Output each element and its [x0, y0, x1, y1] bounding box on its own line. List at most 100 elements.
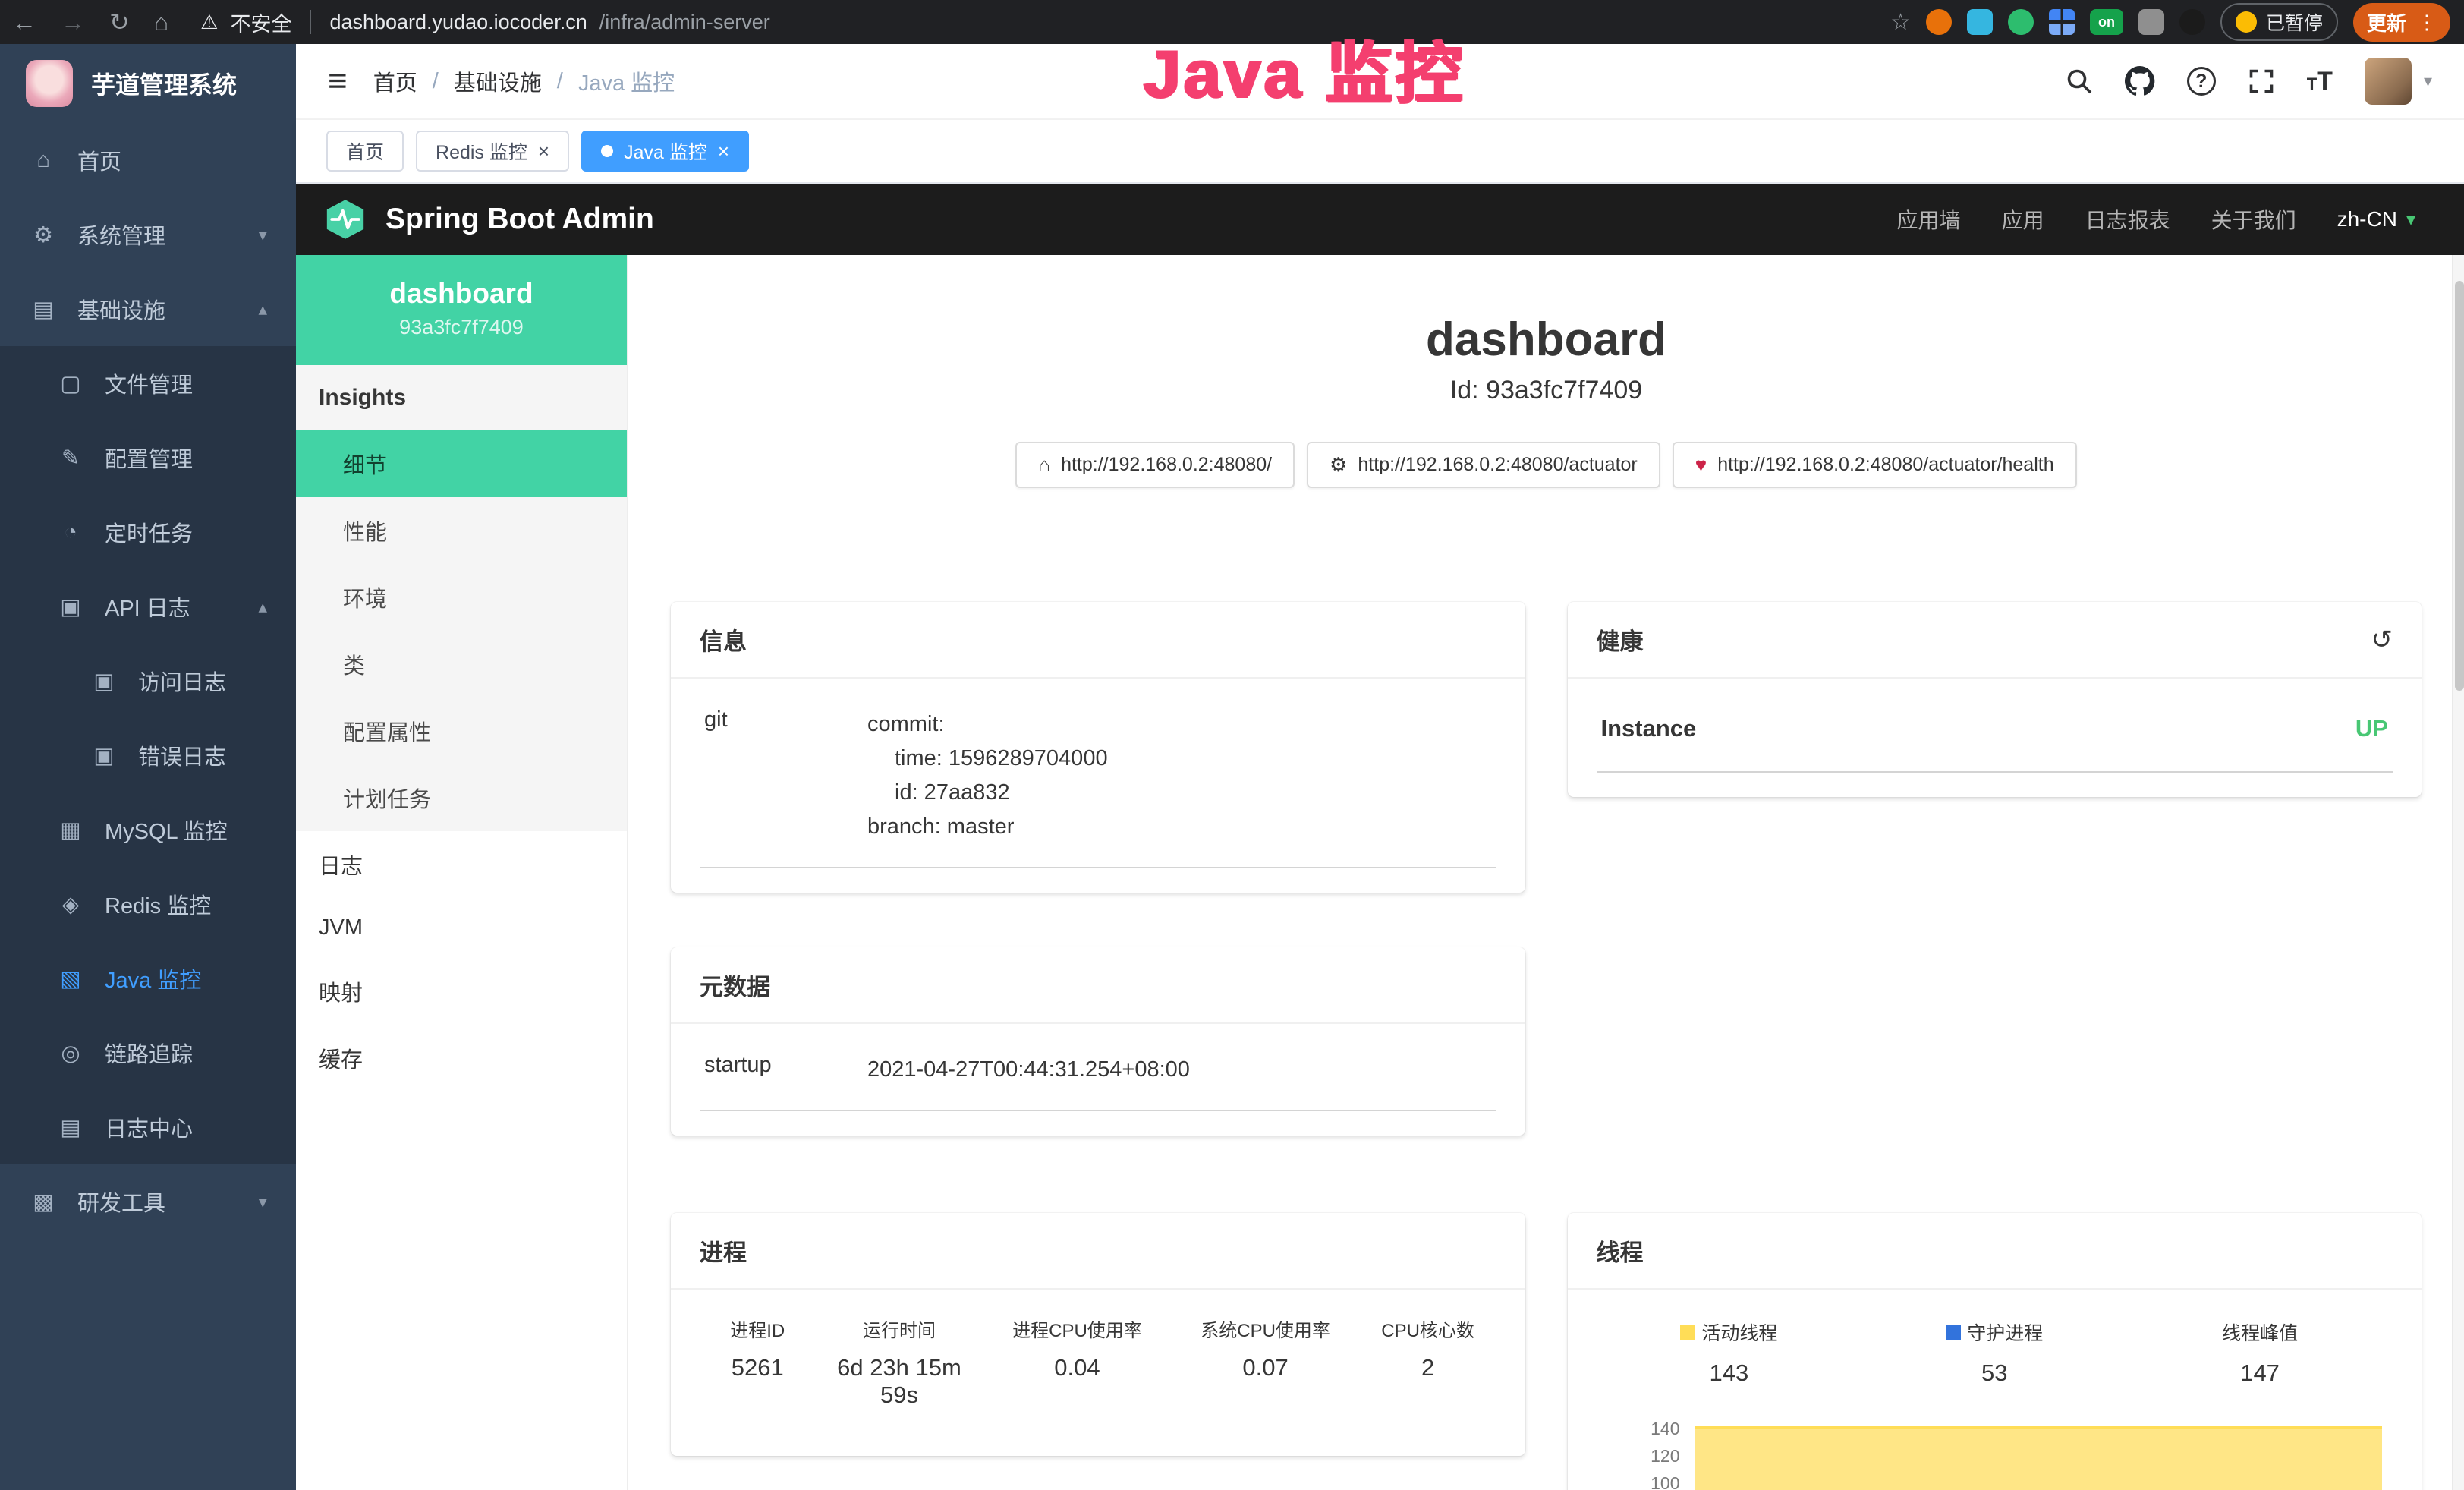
extension-icon-6[interactable] — [2179, 9, 2205, 35]
sidebar-item-trace[interactable]: ◎ 链路追踪 — [0, 1016, 296, 1090]
sba-nav-about[interactable]: 关于我们 — [2211, 204, 2296, 235]
chevron-down-icon: ▾ — [258, 1192, 267, 1212]
url-path: /infra/admin-server — [599, 11, 770, 34]
collapse-menu-icon[interactable]: ≡ — [328, 62, 348, 100]
locale-selector[interactable]: zh-CN ▾ — [2337, 207, 2415, 232]
sidebar-item-infrastructure[interactable]: ▤ 基础设施 ▴ — [0, 272, 296, 346]
paused-badge[interactable]: 已暂停 — [2220, 3, 2338, 41]
sba-main: dashboard Id: 93a3fc7f7409 ⌂ http://192.… — [628, 255, 2464, 1490]
sba-body: dashboard 93a3fc7f7409 Insights 细节 性能 环境… — [296, 255, 2464, 1490]
sba-item-config-props[interactable]: 配置属性 — [296, 698, 627, 764]
main-column: ≡ 首页 / 基础设施 / Java 监控 ? — [296, 44, 2464, 1490]
trace-icon: ◎ — [56, 1040, 85, 1066]
reload-button[interactable]: ↻ — [109, 8, 130, 36]
threads-chart-area-series — [1695, 1426, 2383, 1490]
bookmark-star-icon[interactable]: ☆ — [1890, 9, 1911, 36]
close-icon[interactable]: × — [718, 141, 729, 161]
cards-row-2: 进程 进程ID 5261 运行时间 — [671, 1213, 2422, 1490]
sba-item-scheduled-tasks[interactable]: 计划任务 — [296, 764, 627, 831]
sba-sidebar: dashboard 93a3fc7f7409 Insights 细节 性能 环境… — [296, 255, 628, 1490]
user-avatar[interactable] — [2365, 58, 2412, 105]
sidebar-item-error-log[interactable]: ▣ 错误日志 — [0, 718, 296, 792]
threads-card-title: 线程 — [1568, 1213, 2422, 1290]
search-icon[interactable] — [2066, 68, 2093, 95]
sba-item-mappings[interactable]: 映射 — [296, 958, 627, 1025]
extension-icon-1[interactable] — [1926, 9, 1952, 35]
history-icon[interactable]: ↺ — [2371, 625, 2393, 655]
paused-label: 已暂停 — [2266, 8, 2323, 36]
extension-icon-2[interactable] — [1967, 9, 1993, 35]
back-button[interactable]: ← — [12, 8, 36, 36]
sidebar-item-log-center[interactable]: ▤ 日志中心 — [0, 1090, 296, 1164]
sidebar-item-home[interactable]: ⌂ 首页 — [0, 123, 296, 197]
sba-item-details[interactable]: 细节 — [296, 430, 627, 497]
scrollbar-thumb[interactable] — [2455, 281, 2464, 691]
sidebar-item-access-log[interactable]: ▣ 访问日志 — [0, 644, 296, 718]
link-service-url[interactable]: ⌂ http://192.168.0.2:48080/ — [1015, 442, 1295, 488]
header-actions: ? TT ▾ — [2066, 58, 2432, 105]
link-actuator-url[interactable]: ⚙ http://192.168.0.2:48080/actuator — [1307, 442, 1660, 488]
info-git-label: git — [704, 707, 867, 844]
github-icon[interactable] — [2125, 66, 2155, 96]
java-icon: ▧ — [56, 966, 85, 992]
tab-redis-monitor[interactable]: Redis 监控 × — [416, 131, 569, 172]
sba-item-jvm[interactable]: JVM — [296, 898, 627, 958]
close-icon[interactable]: × — [538, 141, 549, 161]
sba-nav-applications[interactable]: 应用 — [2002, 204, 2044, 235]
cards-col-left-2: 进程 进程ID 5261 运行时间 — [671, 1213, 1525, 1490]
sidebar-item-label: MySQL 监控 — [105, 814, 228, 846]
forward-button[interactable]: → — [61, 8, 85, 36]
sidebar-item-api-log[interactable]: ▣ API 日志 ▴ — [0, 569, 296, 644]
update-button[interactable]: 更新 ⋮ — [2353, 3, 2450, 42]
sidebar-item-redis-monitor[interactable]: ◈ Redis 监控 — [0, 867, 296, 941]
fullscreen-icon[interactable] — [2248, 68, 2275, 95]
tab-home[interactable]: 首页 — [326, 131, 404, 172]
help-icon[interactable]: ? — [2187, 67, 2216, 96]
sidebar-item-system[interactable]: ⚙ 系统管理 ▾ — [0, 197, 296, 272]
address-bar[interactable]: ⚠ 不安全 dashboard.yudao.iocoder.cn /infra/… — [200, 8, 770, 37]
breadcrumb-home[interactable]: 首页 — [373, 65, 417, 97]
sidebar-item-mysql-monitor[interactable]: ▦ MySQL 监控 — [0, 792, 296, 867]
process-col-uptime: 运行时间 6d 23h 15m 59s — [816, 1315, 983, 1409]
sba-nav-journal[interactable]: 日志报表 — [2085, 204, 2170, 235]
font-size-icon[interactable]: TT — [2307, 67, 2333, 96]
threads-chart: 140 120 100 — [1619, 1419, 2386, 1490]
extension-icon-on-badge[interactable]: on — [2090, 9, 2123, 35]
sidebar-item-label: 系统管理 — [77, 219, 165, 250]
process-card-title: 进程 — [671, 1213, 1525, 1290]
sba-item-caches[interactable]: 缓存 — [296, 1025, 627, 1092]
sba-instance-header[interactable]: dashboard 93a3fc7f7409 — [296, 255, 627, 365]
breadcrumb-separator: / — [433, 69, 439, 94]
file-icon: ▢ — [56, 370, 85, 397]
legend-live-threads: 活动线程 143 — [1597, 1318, 1862, 1387]
browser-home-button[interactable]: ⌂ — [154, 8, 168, 36]
extension-icon-5[interactable] — [2138, 9, 2164, 35]
sba-brand: Spring Boot Admin — [385, 203, 654, 236]
sba-nav-links: 应用墙 应用 日志报表 关于我们 zh-CN ▾ — [1897, 204, 2437, 235]
tab-java-monitor[interactable]: Java 监控 × — [581, 131, 749, 172]
url-host: dashboard.yudao.iocoder.cn — [329, 11, 587, 34]
sba-item-classes[interactable]: 类 — [296, 631, 627, 698]
breadcrumb-infra[interactable]: 基础设施 — [454, 65, 542, 97]
link-health-url[interactable]: ♥ http://192.168.0.2:48080/actuator/heal… — [1673, 442, 2077, 488]
sidebar-item-dev-tools[interactable]: ▩ 研发工具 ▾ — [0, 1164, 296, 1239]
extension-icon-3[interactable] — [2008, 9, 2034, 35]
wrench-icon: ⚙ — [1330, 453, 1347, 477]
metadata-startup-row: startup 2021-04-27T00:44:31.254+08:00 — [700, 1032, 1496, 1111]
sba-item-environment[interactable]: 环境 — [296, 564, 627, 631]
sba-item-metrics[interactable]: 性能 — [296, 497, 627, 564]
info-card-title: 信息 — [671, 602, 1525, 679]
sba-item-logs[interactable]: 日志 — [296, 831, 627, 898]
sidebar-item-scheduled-tasks[interactable]: ◔ 定时任务 — [0, 495, 296, 569]
timer-icon: ◔ — [56, 520, 85, 545]
sidebar-item-config-manage[interactable]: ✎ 配置管理 — [0, 421, 296, 495]
threads-legend: 活动线程 143 守护进程 — [1597, 1297, 2393, 1393]
error-log-icon: ▣ — [90, 742, 118, 769]
sidebar-item-label: API 日志 — [105, 591, 190, 622]
sidebar-item-java-monitor[interactable]: ▧ Java 监控 — [0, 941, 296, 1016]
browser-menu-icon[interactable]: ⋮ — [2417, 11, 2437, 34]
sba-navbar: Spring Boot Admin 应用墙 应用 日志报表 关于我们 zh-CN… — [296, 184, 2464, 255]
extension-icon-4[interactable] — [2049, 9, 2075, 35]
sba-nav-wall[interactable]: 应用墙 — [1897, 204, 1961, 235]
sidebar-item-file-manage[interactable]: ▢ 文件管理 — [0, 346, 296, 421]
